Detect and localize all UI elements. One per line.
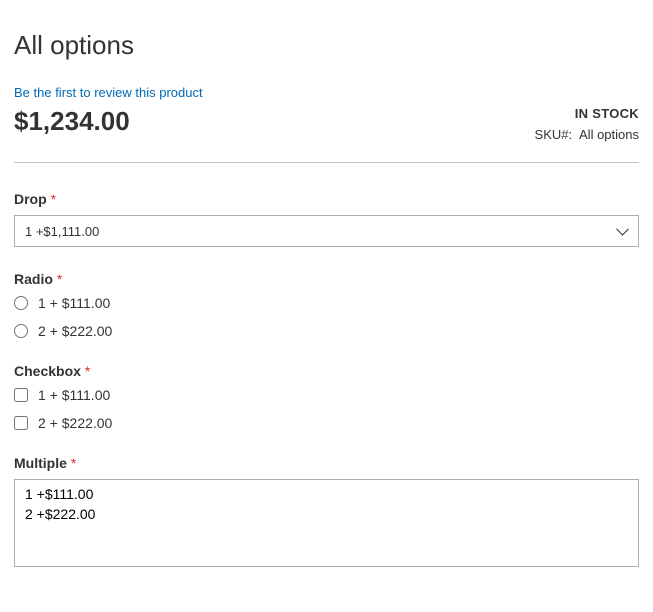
product-price: $1,234.00 xyxy=(14,106,130,137)
checkbox-option-label: 2 + $222.00 xyxy=(38,415,112,431)
radio-label: Radio* xyxy=(14,271,639,287)
radio-item: 1 + $111.00 xyxy=(14,295,639,311)
page-title: All options xyxy=(14,30,639,61)
stock-info: IN STOCK SKU#: All options xyxy=(535,106,639,142)
sku-label: SKU#: xyxy=(535,127,573,142)
sku-row: SKU#: All options xyxy=(535,127,639,142)
field-radio: Radio* 1 + $111.00 2 + $222.00 xyxy=(14,271,639,339)
checkbox-item: 2 + $222.00 xyxy=(14,415,639,431)
multiple-option[interactable]: 2 +$222.00 xyxy=(21,504,632,524)
sku-value: All options xyxy=(579,127,639,142)
required-mark: * xyxy=(85,363,90,379)
radio-option-label: 2 + $222.00 xyxy=(38,323,112,339)
multiple-option[interactable]: 1 +$111.00 xyxy=(21,484,632,504)
required-mark: * xyxy=(71,455,76,471)
checkbox-option-label: 1 + $111.00 xyxy=(38,387,110,403)
divider xyxy=(14,162,639,163)
drop-select[interactable]: 1 +$1,111.00 xyxy=(14,215,639,247)
radio-option-label: 1 + $111.00 xyxy=(38,295,110,311)
multiple-select[interactable]: 1 +$111.00 2 +$222.00 xyxy=(14,479,639,567)
checkbox-item: 1 + $111.00 xyxy=(14,387,639,403)
radio-input-1[interactable] xyxy=(14,296,28,310)
drop-select-wrapper: 1 +$1,111.00 xyxy=(14,215,639,247)
field-checkbox: Checkbox* 1 + $111.00 2 + $222.00 xyxy=(14,363,639,431)
review-link[interactable]: Be the first to review this product xyxy=(14,85,639,100)
required-mark: * xyxy=(57,271,62,287)
required-mark: * xyxy=(51,191,56,207)
multiple-label: Multiple* xyxy=(14,455,639,471)
field-drop: Drop* 1 +$1,111.00 xyxy=(14,191,639,247)
checkbox-input-2[interactable] xyxy=(14,416,28,430)
drop-label: Drop* xyxy=(14,191,639,207)
checkbox-label: Checkbox* xyxy=(14,363,639,379)
radio-item: 2 + $222.00 xyxy=(14,323,639,339)
field-multiple: Multiple* 1 +$111.00 2 +$222.00 xyxy=(14,455,639,568)
stock-status: IN STOCK xyxy=(535,106,639,121)
checkbox-input-1[interactable] xyxy=(14,388,28,402)
radio-input-2[interactable] xyxy=(14,324,28,338)
